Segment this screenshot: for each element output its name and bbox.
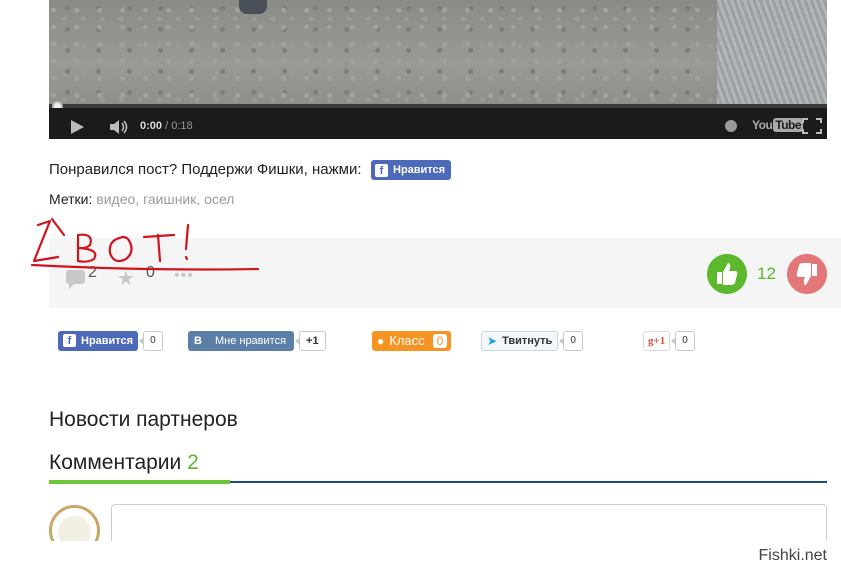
facebook-share-label: Нравится [81, 334, 134, 347]
video-figure [239, 0, 267, 14]
google-plus-button[interactable]: g+1 [643, 330, 671, 351]
tweet-count: 0 [559, 330, 583, 351]
player-controls: 0:00 / 0:18 You Tube [49, 108, 827, 139]
tweet-label: Твитнуть [502, 334, 553, 347]
ok-class-button[interactable]: ● Класс 0 [372, 330, 452, 351]
ok-icon: ● [377, 333, 385, 348]
google-plus-count: 0 [671, 330, 695, 351]
share-twitter: ➤ Твитнуть 0 [481, 330, 583, 351]
tweet-button[interactable]: ➤ Твитнуть [481, 330, 559, 351]
volume-icon[interactable] [109, 119, 129, 135]
time-display: 0:00 / 0:18 [140, 120, 193, 132]
twitter-bird-icon: ➤ [487, 333, 498, 348]
time-current: 0:00 [140, 120, 163, 132]
handwritten-annotation [30, 217, 260, 271]
video-player[interactable]: 0:00 / 0:18 You Tube [49, 0, 827, 139]
watermark: Fishki.net [758, 547, 827, 564]
facebook-share-button[interactable]: f Нравится [58, 330, 139, 351]
thumbs-up-icon[interactable] [707, 254, 747, 294]
share-facebook: f Нравится 0 [58, 330, 163, 351]
play-icon[interactable] [71, 120, 84, 134]
like-prompt-text: Понравился пост? Поддержи Фишки, нажми: [49, 161, 362, 178]
youtube-tube: Tube [773, 118, 804, 132]
share-googleplus: g+1 0 [643, 330, 695, 351]
rating-count: 12 [757, 264, 776, 283]
tag-link-osel[interactable]: осел [204, 191, 234, 207]
comments-heading: Комментарии 2 [49, 451, 199, 475]
comments-title: Комментарии [49, 451, 182, 474]
facebook-like-button[interactable]: f Нравится [371, 160, 452, 180]
tags-line: Метки: видео, гаишник, осел [49, 191, 235, 207]
vk-like-button[interactable]: В Мне нравится [188, 330, 295, 351]
watch-later-icon[interactable] [725, 120, 737, 132]
partners-heading: Новости партнеров [49, 408, 238, 431]
page: 0:00 / 0:18 You Tube Понравился пост? Под… [0, 0, 841, 572]
facebook-icon: f [63, 334, 76, 347]
tag-link-video[interactable]: видео [96, 191, 135, 207]
video-frame[interactable] [49, 0, 827, 105]
comments-divider-accent [49, 480, 230, 484]
facebook-share-count: 0 [139, 330, 163, 351]
time-total: / 0:18 [165, 120, 193, 132]
ok-class-count: 0 [432, 333, 448, 348]
fullscreen-icon[interactable] [802, 118, 822, 134]
share-vkontakte: В Мне нравится +1 [188, 330, 326, 351]
bottom-fade [0, 541, 841, 572]
facebook-like-label: Нравится [393, 164, 446, 176]
vk-like-count: +1 [295, 330, 326, 351]
comments-count: 2 [187, 451, 199, 474]
vk-like-label: Мне нравится [214, 334, 287, 347]
tag-link-gaishnik[interactable]: гаишник [143, 191, 196, 207]
tags-label: Метки: [49, 191, 93, 207]
vk-icon: В [194, 334, 202, 347]
facebook-icon: f [375, 163, 388, 177]
video-fence [717, 0, 827, 105]
youtube-you: You [752, 118, 773, 132]
ok-class-label: Класс [389, 333, 425, 348]
share-odnoklassniki: ● Класс 0 [372, 330, 452, 351]
thumbs-down-icon[interactable] [787, 254, 827, 294]
youtube-logo[interactable]: You Tube [752, 118, 804, 132]
